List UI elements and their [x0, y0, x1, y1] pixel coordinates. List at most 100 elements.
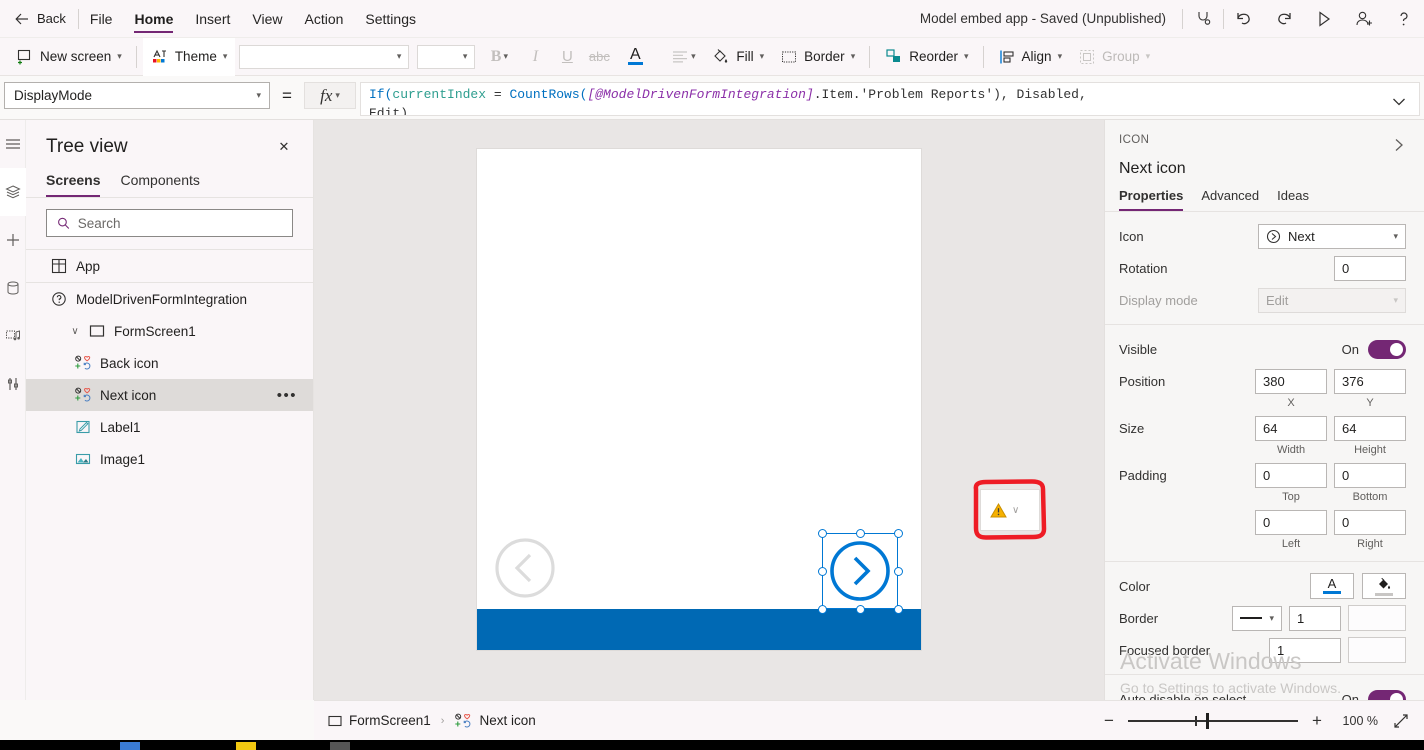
image1-blue-bar[interactable] — [477, 609, 921, 650]
font-family-select[interactable]: ▾ — [239, 44, 410, 69]
font-color-button[interactable]: A — [615, 43, 655, 71]
padding-left-input[interactable]: 0 — [1255, 509, 1327, 535]
zoom-out-button[interactable]: − — [1099, 712, 1119, 729]
tab-ideas[interactable]: Ideas — [1277, 188, 1309, 211]
tree-item-app[interactable]: App — [26, 250, 313, 282]
resize-handle-ne[interactable] — [894, 529, 903, 538]
tree-item-more-button[interactable]: ••• — [277, 387, 297, 404]
size-height-input[interactable]: 64 — [1334, 415, 1406, 441]
zoom-slider[interactable] — [1128, 712, 1298, 729]
formula-expand-button[interactable] — [1379, 83, 1419, 115]
breadcrumb-control[interactable]: Next icon — [454, 713, 536, 729]
align-button[interactable]: Align ▾ — [990, 42, 1071, 72]
resize-handle-e[interactable] — [894, 567, 903, 576]
strikethrough-button[interactable]: abc — [583, 43, 615, 71]
visible-toggle[interactable] — [1368, 339, 1406, 359]
hamburger-menu-icon[interactable] — [0, 120, 26, 168]
advanced-tools-icon[interactable] — [0, 360, 26, 408]
redo-icon[interactable] — [1264, 0, 1304, 38]
fill-button[interactable]: Fill ▾ — [703, 42, 772, 72]
tree-item-image1[interactable]: Image1 — [26, 443, 313, 475]
fx-button[interactable]: fx ▾ — [304, 82, 356, 109]
tree-view-icon[interactable] — [0, 168, 26, 216]
menu-item-settings[interactable]: Settings — [354, 0, 427, 38]
app-screen-canvas[interactable] — [477, 149, 921, 650]
formula-warning-popover[interactable]: ∨ — [980, 489, 1040, 531]
taskbar-app-3[interactable] — [330, 742, 350, 750]
menu-item-action[interactable]: Action — [293, 0, 354, 38]
underline-button[interactable]: U — [551, 43, 583, 71]
icon-select[interactable]: Next ▾ — [1258, 223, 1406, 249]
taskbar-app-2[interactable] — [236, 742, 256, 750]
app-checker-icon[interactable] — [1183, 0, 1223, 38]
formula-input[interactable]: If(currentIndex = CountRows([@ModelDrive… — [360, 82, 1420, 116]
data-icon[interactable] — [0, 264, 26, 312]
tab-properties[interactable]: Properties — [1119, 188, 1184, 211]
tree-item-modeldrivenformintegration[interactable]: ModelDrivenFormIntegration — [26, 283, 313, 315]
share-icon[interactable] — [1344, 0, 1384, 38]
chevron-down-icon[interactable]: ∨ — [66, 326, 84, 337]
fullscreen-icon[interactable] — [1392, 712, 1410, 730]
tab-screens[interactable]: Screens — [46, 166, 101, 197]
resize-handle-sw[interactable] — [818, 605, 827, 614]
resize-handle-nw[interactable] — [818, 529, 827, 538]
reorder-button[interactable]: Reorder ▾ — [876, 42, 976, 72]
menu-item-file[interactable]: File — [79, 0, 124, 38]
bold-button[interactable]: B ▾ — [479, 43, 519, 71]
breadcrumb-screen[interactable]: FormScreen1 — [328, 713, 431, 728]
zoom-slider-thumb[interactable] — [1206, 712, 1209, 729]
border-style-select[interactable]: ▾ — [1232, 605, 1282, 631]
theme-button[interactable]: Theme ▾ — [142, 37, 236, 76]
resize-handle-n[interactable] — [856, 529, 865, 538]
search-input[interactable] — [77, 215, 282, 231]
zoom-in-button[interactable]: + — [1307, 712, 1327, 729]
border-color-swatch[interactable] — [1348, 605, 1406, 631]
undo-icon[interactable] — [1224, 0, 1264, 38]
tree-item-label1[interactable]: Label1 — [26, 411, 313, 443]
resize-handle-se[interactable] — [894, 605, 903, 614]
media-icon[interactable] — [0, 312, 26, 360]
position-y-input[interactable]: 376 — [1334, 368, 1406, 394]
tree-item-formscreen1[interactable]: ∨ FormScreen1 — [26, 315, 313, 347]
fill-color-button[interactable] — [1362, 573, 1406, 599]
auto-disable-toggle[interactable] — [1368, 689, 1406, 700]
chevron-right-icon[interactable] — [1388, 134, 1410, 156]
menu-item-home[interactable]: Home — [123, 0, 184, 38]
insert-icon[interactable] — [0, 216, 26, 264]
italic-button[interactable]: I — [519, 43, 551, 71]
size-width-input[interactable]: 64 — [1255, 415, 1327, 441]
rotation-input[interactable]: 0 — [1334, 255, 1406, 281]
close-icon[interactable]: ✕ — [271, 134, 297, 160]
property-select[interactable]: DisplayMode ▾ — [4, 82, 270, 109]
group-button[interactable]: Group ▾ — [1070, 42, 1158, 72]
padding-bottom-input[interactable]: 0 — [1334, 462, 1406, 488]
font-size-select[interactable]: ▾ — [417, 44, 476, 69]
focused-border-color-swatch[interactable] — [1348, 637, 1406, 663]
tab-advanced[interactable]: Advanced — [1201, 188, 1259, 211]
play-preview-icon[interactable] — [1304, 0, 1344, 38]
display-mode-select[interactable]: Edit ▾ — [1258, 287, 1406, 313]
resize-handle-w[interactable] — [818, 567, 827, 576]
text-color-button[interactable]: A — [1310, 573, 1354, 599]
border-width-input[interactable]: 1 — [1289, 605, 1341, 631]
back-button[interactable]: Back — [0, 0, 78, 38]
canvas-area[interactable]: ∨ — [314, 120, 1104, 700]
text-align-button[interactable]: ▾ — [663, 43, 703, 71]
padding-right-input[interactable]: 0 — [1334, 509, 1406, 535]
focused-border-width-input[interactable]: 1 — [1269, 637, 1341, 663]
help-icon[interactable] — [1384, 0, 1424, 38]
position-x-input[interactable]: 380 — [1255, 368, 1327, 394]
tree-item-back-icon[interactable]: Back icon — [26, 347, 313, 379]
chevron-down-icon[interactable]: ∨ — [1012, 505, 1019, 516]
menu-item-view[interactable]: View — [241, 0, 293, 38]
back-chevron-icon[interactable] — [493, 536, 557, 600]
tree-item-next-icon[interactable]: Next icon ••• — [26, 379, 313, 411]
search-box[interactable] — [46, 209, 293, 237]
new-screen-button[interactable]: New screen ▾ — [8, 42, 130, 72]
taskbar-app-1[interactable] — [120, 742, 140, 750]
tab-components[interactable]: Components — [120, 166, 199, 197]
menu-item-insert[interactable]: Insert — [184, 0, 241, 38]
padding-top-input[interactable]: 0 — [1255, 462, 1327, 488]
resize-handle-s[interactable] — [856, 605, 865, 614]
border-button[interactable]: Border ▾ — [772, 42, 863, 72]
